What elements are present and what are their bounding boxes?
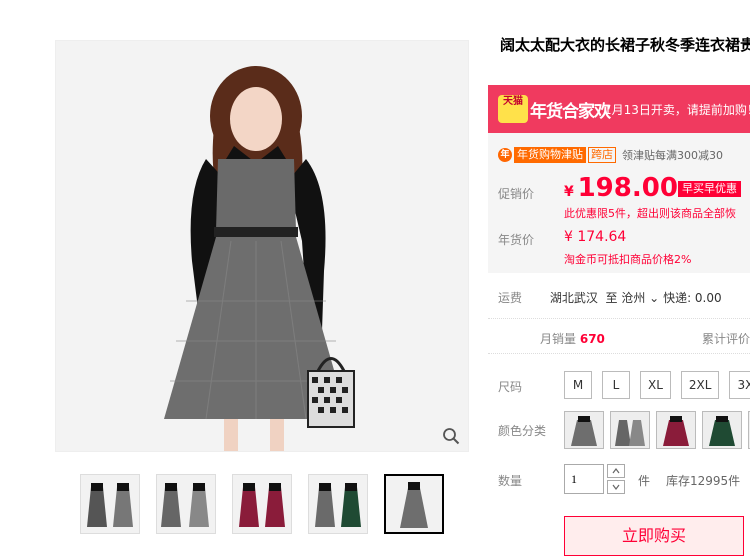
- chevron-down-icon: [612, 484, 620, 490]
- review-count[interactable]: 累计评价: [702, 330, 750, 347]
- festival-price-value: ¥ 174.64: [564, 229, 627, 245]
- subsidy-icon: 年: [498, 148, 512, 162]
- thumbnail-image: [81, 475, 139, 533]
- color-swatch-wine[interactable]: [656, 411, 696, 449]
- subsidy-row[interactable]: 年 年货购物津贴 跨店 领津贴每满300减30: [498, 147, 723, 163]
- sale-price: ¥ 198.00: [564, 173, 678, 203]
- early-discount-tag: 早买早优惠: [678, 181, 741, 197]
- price-box: 年 年货购物津贴 跨店 领津贴每满300减30 促销价 ¥ 198.00 早买早…: [488, 133, 750, 273]
- cross-store-tag: 跨店: [588, 147, 616, 163]
- quantity-input[interactable]: [564, 464, 604, 494]
- festival-price-label: 年货价: [498, 233, 535, 247]
- sales-stats: 月销量 670 累计评价: [488, 318, 750, 354]
- swatch-image: [657, 412, 695, 448]
- color-swatch-green[interactable]: [702, 411, 742, 449]
- ship-to-selector[interactable]: 沧州 ⌄: [621, 291, 659, 305]
- quantity-label: 数量: [498, 474, 523, 488]
- stock-count: 库存12995件: [666, 474, 741, 488]
- thumbnail-image: [386, 476, 442, 532]
- chevron-down-icon: ⌄: [645, 291, 660, 305]
- banner-tagline: 1月13日开卖，请提前加购！: [604, 103, 750, 117]
- subsidy-tag: 年货购物津贴: [514, 147, 586, 163]
- tmall-badge: 天猫: [498, 95, 528, 123]
- quantity-increase-button[interactable]: [607, 464, 625, 478]
- color-options: [564, 411, 750, 449]
- sale-price-label: 促销价: [498, 187, 535, 201]
- thumbnail-2[interactable]: [156, 474, 216, 534]
- chevron-up-icon: [612, 468, 620, 474]
- monthly-sales: 月销量 670: [540, 330, 605, 347]
- festival-title: 年货合家欢: [530, 102, 611, 122]
- promo-banner[interactable]: 天猫 年货合家欢 1月13日开卖，请提前加购！: [488, 85, 750, 133]
- thumbnail-image: [233, 475, 291, 533]
- model-photo: [56, 41, 468, 451]
- currency-symbol: ¥: [564, 184, 574, 200]
- subsidy-text: 领津贴每满300减30: [622, 149, 723, 162]
- main-product-image[interactable]: [55, 40, 469, 452]
- coin-note: 淘金币可抵扣商品价格2%: [564, 253, 692, 266]
- thumbnail-image: [309, 475, 367, 533]
- size-option-2xl[interactable]: 2XL: [680, 371, 720, 399]
- monthly-sales-value: 670: [579, 332, 605, 346]
- color-label: 颜色分类: [498, 424, 547, 438]
- product-info-panel: 阔太太配大衣的长裙子秋冬季连衣裙贵 天猫 年货合家欢 1月13日开卖，请提前加购…: [488, 0, 750, 557]
- thumbnail-1[interactable]: [80, 474, 140, 534]
- thumbnail-4[interactable]: [308, 474, 368, 534]
- thumbnail-strip: [80, 474, 444, 534]
- size-label: 尺码: [498, 380, 523, 394]
- quantity-decrease-button[interactable]: [607, 480, 625, 494]
- thumbnail-3[interactable]: [232, 474, 292, 534]
- size-option-l[interactable]: L: [602, 371, 630, 399]
- product-title: 阔太太配大衣的长裙子秋冬季连衣裙贵: [500, 36, 750, 54]
- buy-now-button[interactable]: 立即购买: [564, 516, 744, 556]
- size-option-m[interactable]: M: [564, 371, 592, 399]
- thumbnail-5-selected[interactable]: [384, 474, 444, 534]
- swatch-image: [565, 412, 603, 448]
- color-swatch-gray[interactable]: [610, 411, 650, 449]
- sale-price-value: 198.00: [577, 173, 678, 203]
- ship-to-city: 沧州: [621, 291, 646, 305]
- swatch-image: [703, 412, 741, 448]
- monthly-sales-label: 月销量: [540, 332, 577, 346]
- swatch-image: [611, 412, 649, 448]
- size-options: M L XL 2XL 3XL: [564, 371, 750, 399]
- size-option-3xl[interactable]: 3XL: [729, 371, 750, 399]
- quantity-unit: 件: [638, 474, 651, 488]
- ship-to-label: 至: [605, 291, 618, 305]
- shipping-row: 运费 湖北武汉 至 沧州 ⌄ 快递: 0.00: [498, 289, 722, 306]
- zoom-icon[interactable]: [442, 427, 460, 445]
- size-option-xl[interactable]: XL: [640, 371, 671, 399]
- color-swatch-gray-plaid[interactable]: [564, 411, 604, 449]
- thumbnail-image: [157, 475, 215, 533]
- ship-from: 湖北武汉: [549, 291, 598, 305]
- shipping-label: 运费: [498, 291, 523, 305]
- shipping-fee: 快递: 0.00: [663, 291, 722, 305]
- quantity-row: 数量 件 库存12995件: [498, 464, 750, 494]
- limit-note: 此优惠限5件，超出则该商品全部恢: [564, 207, 736, 220]
